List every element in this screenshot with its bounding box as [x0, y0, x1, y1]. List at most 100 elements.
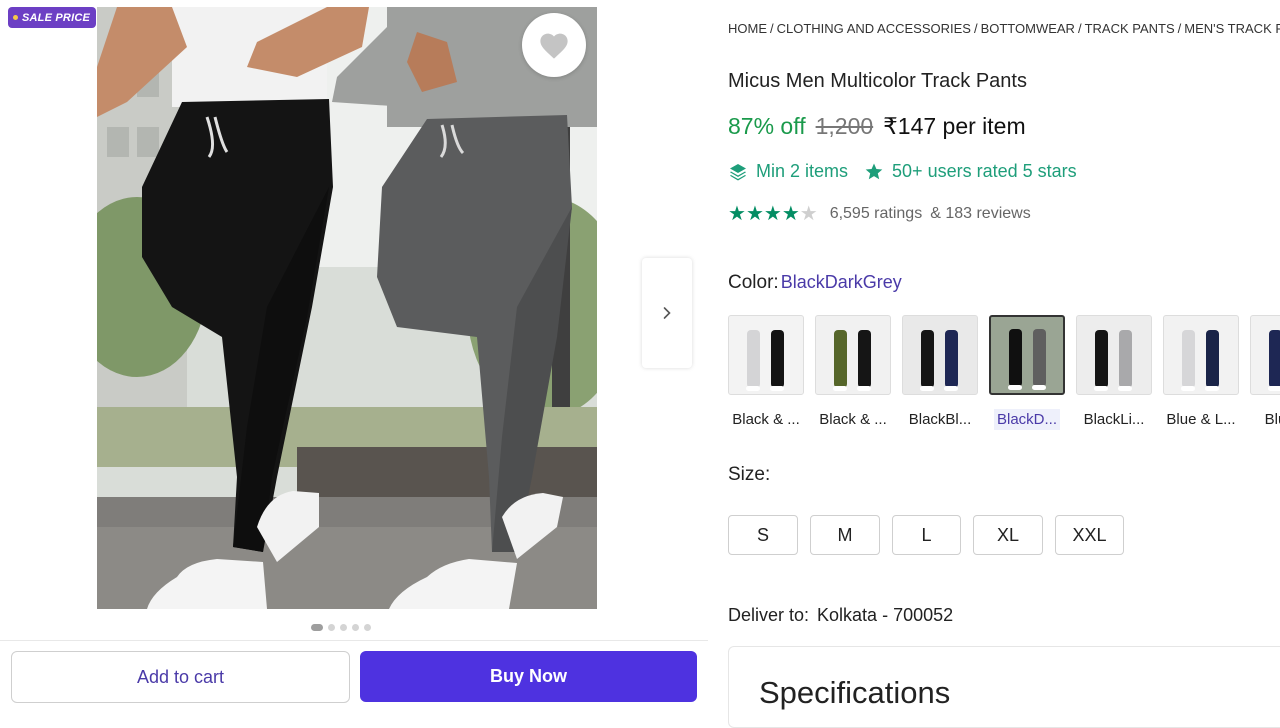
carousel-dot[interactable]	[328, 624, 335, 631]
breadcrumb-clothing[interactable]: CLOTHING AND ACCESSORIES	[777, 21, 971, 36]
swatch-shoe	[920, 386, 934, 391]
swatch-pants-leg	[1095, 330, 1108, 388]
product-image[interactable]	[97, 7, 597, 609]
star-rating: ★ ★ ★ ★ ★	[728, 204, 818, 224]
breadcrumb-track-pants[interactable]: TRACK PANTS	[1085, 21, 1175, 36]
color-swatch-thumbnail	[1076, 315, 1152, 395]
color-swatch-label: Black & ...	[819, 411, 887, 428]
sale-badge-label: SALE PRICE	[22, 11, 91, 24]
breadcrumb-home[interactable]: HOME	[728, 21, 767, 36]
ratings-count: 6,595 ratings	[829, 205, 923, 222]
breadcrumb-mens-track-pants[interactable]: MEN'S TRACK PANTS	[1184, 21, 1280, 36]
rated-highlight: 50+ users rated 5 stars	[864, 161, 1077, 182]
star-filled-icon: ★	[781, 203, 800, 225]
min-items-highlight: Min 2 items	[728, 161, 848, 182]
swatch-pants-leg	[1009, 329, 1022, 387]
size-option[interactable]: S	[728, 515, 798, 555]
swatch-pants-leg	[1033, 329, 1046, 387]
product-title: Micus Men Multicolor Track Pants	[728, 70, 1027, 92]
add-to-cart-button[interactable]: Add to cart	[11, 651, 350, 703]
swatch-pants-leg	[771, 330, 784, 388]
selected-color-value: BlackDarkGrey	[780, 272, 902, 292]
color-swatch-label: Blue & L...	[1166, 411, 1236, 428]
breadcrumb-separator: /	[1077, 21, 1082, 36]
color-swatch[interactable]: Blue & L...	[1163, 315, 1239, 430]
swatch-shoe	[1205, 386, 1219, 391]
swatch-shoe	[944, 386, 958, 391]
color-selector-label: Color: BlackDarkGrey	[728, 272, 902, 294]
carousel-dot[interactable]	[340, 624, 347, 631]
delivery-location: Kolkata - 700052	[817, 605, 954, 625]
color-swatch[interactable]: BlackD...	[989, 315, 1065, 430]
breadcrumb-bottomwear[interactable]: BOTTOMWEAR	[981, 21, 1075, 36]
color-swatch-thumbnail	[902, 315, 978, 395]
reviews-count: & 183 reviews	[930, 205, 1031, 222]
rating-summary[interactable]: ★ ★ ★ ★ ★ 6,595 ratings & 183 reviews	[728, 204, 1031, 224]
color-swatches: Black & ... Black & ... BlackBl... BlackD..…	[728, 315, 1280, 430]
color-swatch-label: BlackBl...	[908, 411, 972, 428]
chevron-right-icon	[663, 307, 671, 319]
swatch-shoe	[1032, 385, 1046, 390]
swatch-shoe	[1118, 386, 1132, 391]
color-swatch[interactable]: BlackBl...	[902, 315, 978, 430]
layers-icon	[730, 163, 746, 180]
swatch-pants-leg	[834, 330, 847, 388]
delivery-info[interactable]: Deliver to: Kolkata - 700052	[728, 605, 953, 626]
star-filled-icon: ★	[763, 203, 782, 225]
discount-percent: 87% off	[728, 113, 806, 139]
swatch-shoe	[746, 386, 760, 391]
star-empty-icon: ★	[799, 203, 818, 225]
size-options: S M L XL XXL	[728, 515, 1124, 555]
swatch-shoe	[1008, 385, 1022, 390]
size-option[interactable]: XXL	[1055, 515, 1124, 555]
next-image-button[interactable]	[642, 258, 692, 368]
color-swatch[interactable]: BlackLi...	[1076, 315, 1152, 430]
carousel-dot[interactable]	[311, 624, 323, 631]
badge-dot-icon	[13, 15, 18, 20]
swatch-pants-leg	[858, 330, 871, 388]
color-swatch-thumbnail	[728, 315, 804, 395]
color-swatch[interactable]: Blue ...	[1250, 315, 1280, 430]
color-swatch[interactable]: Black & ...	[815, 315, 891, 430]
carousel-dot[interactable]	[364, 624, 371, 631]
swatch-shoe	[833, 386, 847, 391]
swatch-pants-leg	[945, 330, 958, 388]
carousel-dot[interactable]	[352, 624, 359, 631]
buy-now-button[interactable]: Buy Now	[360, 651, 697, 702]
swatch-shoe	[770, 386, 784, 391]
swatch-pants-leg	[1206, 330, 1219, 388]
heart-icon	[540, 33, 568, 59]
swatch-pants-leg	[1269, 330, 1280, 388]
swatch-shoe	[1268, 386, 1280, 391]
product-photo	[97, 7, 597, 609]
wishlist-button[interactable]	[522, 13, 586, 77]
color-swatch-label: BlackLi...	[1083, 411, 1145, 428]
color-swatch-thumbnail	[1163, 315, 1239, 395]
specifications-title: Specifications	[759, 675, 951, 710]
color-swatch-thumbnail	[815, 315, 891, 395]
star-filled-icon: ★	[728, 203, 746, 225]
size-option[interactable]: M	[810, 515, 880, 555]
product-gallery: SALE PRICE Add to cart Buy Now	[0, 0, 710, 719]
selling-price: ₹147 per item	[883, 113, 1026, 139]
breadcrumb-separator: /	[973, 21, 978, 36]
swatch-shoe	[1181, 386, 1195, 391]
swatch-pants-leg	[1182, 330, 1195, 388]
breadcrumb: HOME / CLOTHING AND ACCESSORIES / BOTTOMWEAR…	[728, 21, 1280, 36]
size-option[interactable]: L	[892, 515, 961, 555]
swatch-pants-leg	[921, 330, 934, 388]
star-badge-icon	[865, 163, 883, 179]
color-swatch-label: BlackD...	[993, 409, 1060, 430]
specifications-card: Specifications	[728, 646, 1280, 728]
color-swatch-thumbnail	[989, 315, 1065, 395]
color-swatch[interactable]: Black & ...	[728, 315, 804, 430]
size-option[interactable]: XL	[973, 515, 1043, 555]
deliver-to-label: Deliver to:	[728, 605, 810, 625]
breadcrumb-separator: /	[1177, 21, 1182, 36]
swatch-shoe	[857, 386, 871, 391]
color-swatch-label: Blue ...	[1264, 411, 1280, 428]
breadcrumb-separator: /	[770, 21, 774, 36]
min-items-label: Min 2 items	[756, 161, 849, 181]
color-swatch-thumbnail	[1250, 315, 1280, 395]
sale-price-badge: SALE PRICE	[8, 7, 97, 28]
